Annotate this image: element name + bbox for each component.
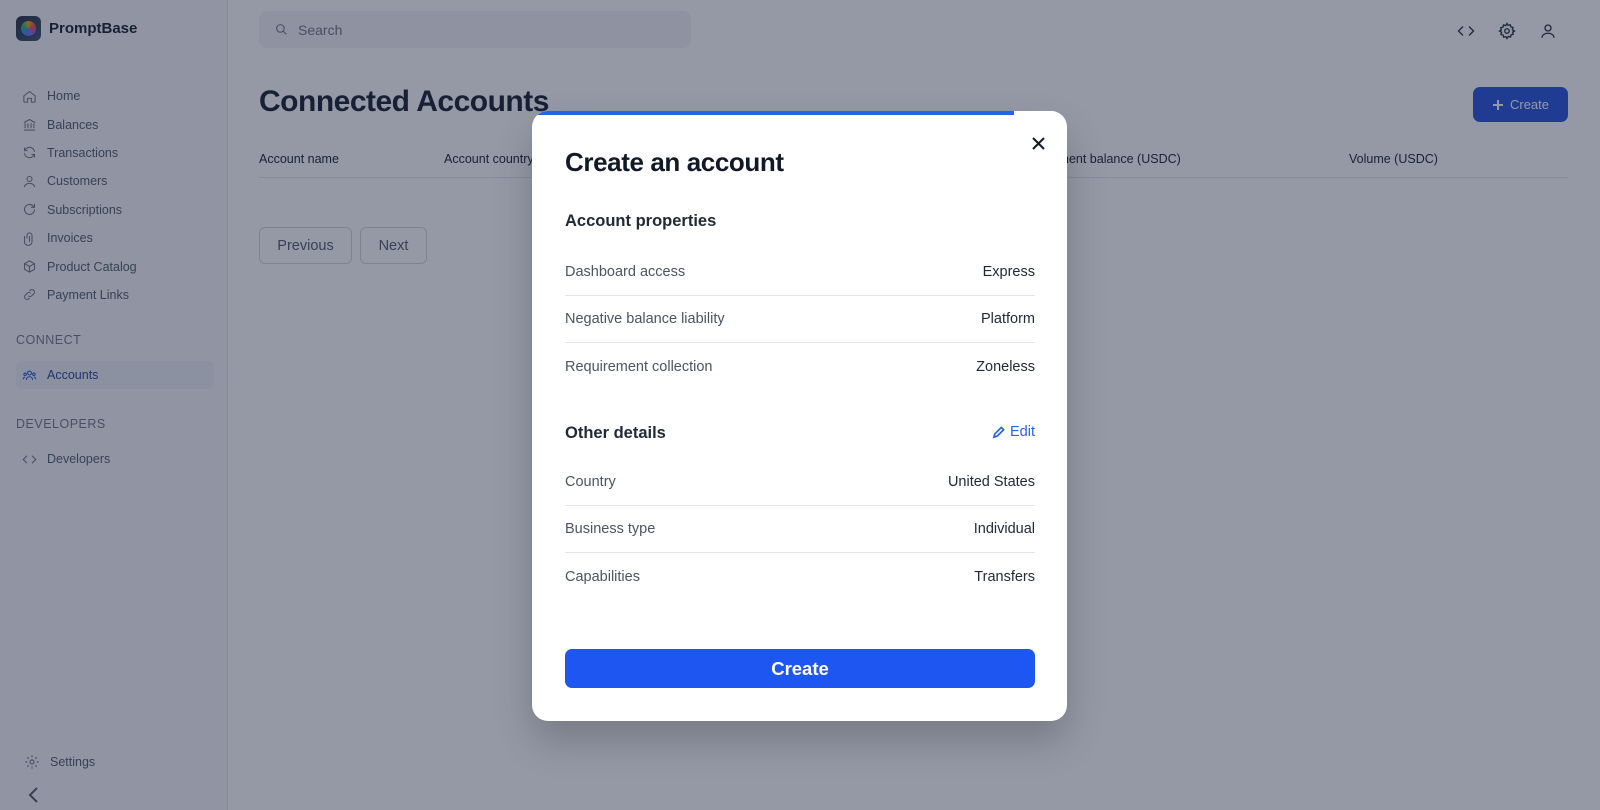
property-label: Negative balance liability: [565, 311, 725, 327]
edit-label: Edit: [1010, 424, 1035, 440]
other-details-heading: Other details: [565, 424, 666, 442]
detail-label: Country: [565, 474, 616, 490]
property-value: Platform: [981, 311, 1035, 327]
property-label: Dashboard access: [565, 264, 686, 280]
edit-details-button[interactable]: Edit: [992, 424, 1035, 440]
close-modal-button[interactable]: [1027, 132, 1049, 154]
progress-track: [532, 111, 1067, 115]
property-row-dashboard-access: Dashboard access Express: [565, 249, 1035, 296]
property-value: Express: [982, 264, 1035, 280]
create-account-modal: Create an account Account properties Das…: [532, 111, 1067, 721]
detail-row-capabilities: Capabilities Transfers: [565, 553, 1035, 600]
modal-title: Create an account: [565, 147, 784, 177]
property-label: Requirement collection: [565, 358, 713, 375]
detail-label: Business type: [565, 521, 656, 537]
detail-value: United States: [947, 474, 1035, 490]
close-icon: [1031, 136, 1045, 150]
detail-label: Capabilities: [565, 568, 640, 585]
property-row-negative-balance: Negative balance liability Platform: [565, 296, 1035, 343]
progress-bar: [532, 111, 1014, 115]
detail-value: Transfers: [974, 568, 1035, 585]
detail-value: Individual: [973, 521, 1035, 537]
detail-row-business-type: Business type Individual: [565, 506, 1035, 553]
property-value: Zoneless: [976, 358, 1035, 375]
create-account-submit-button[interactable]: Create: [565, 649, 1035, 688]
detail-row-country: Country United States: [565, 459, 1035, 506]
property-row-requirement-collection: Requirement collection Zoneless: [565, 343, 1035, 390]
account-properties-heading: Account properties: [565, 212, 717, 230]
pencil-icon: [992, 425, 1005, 438]
